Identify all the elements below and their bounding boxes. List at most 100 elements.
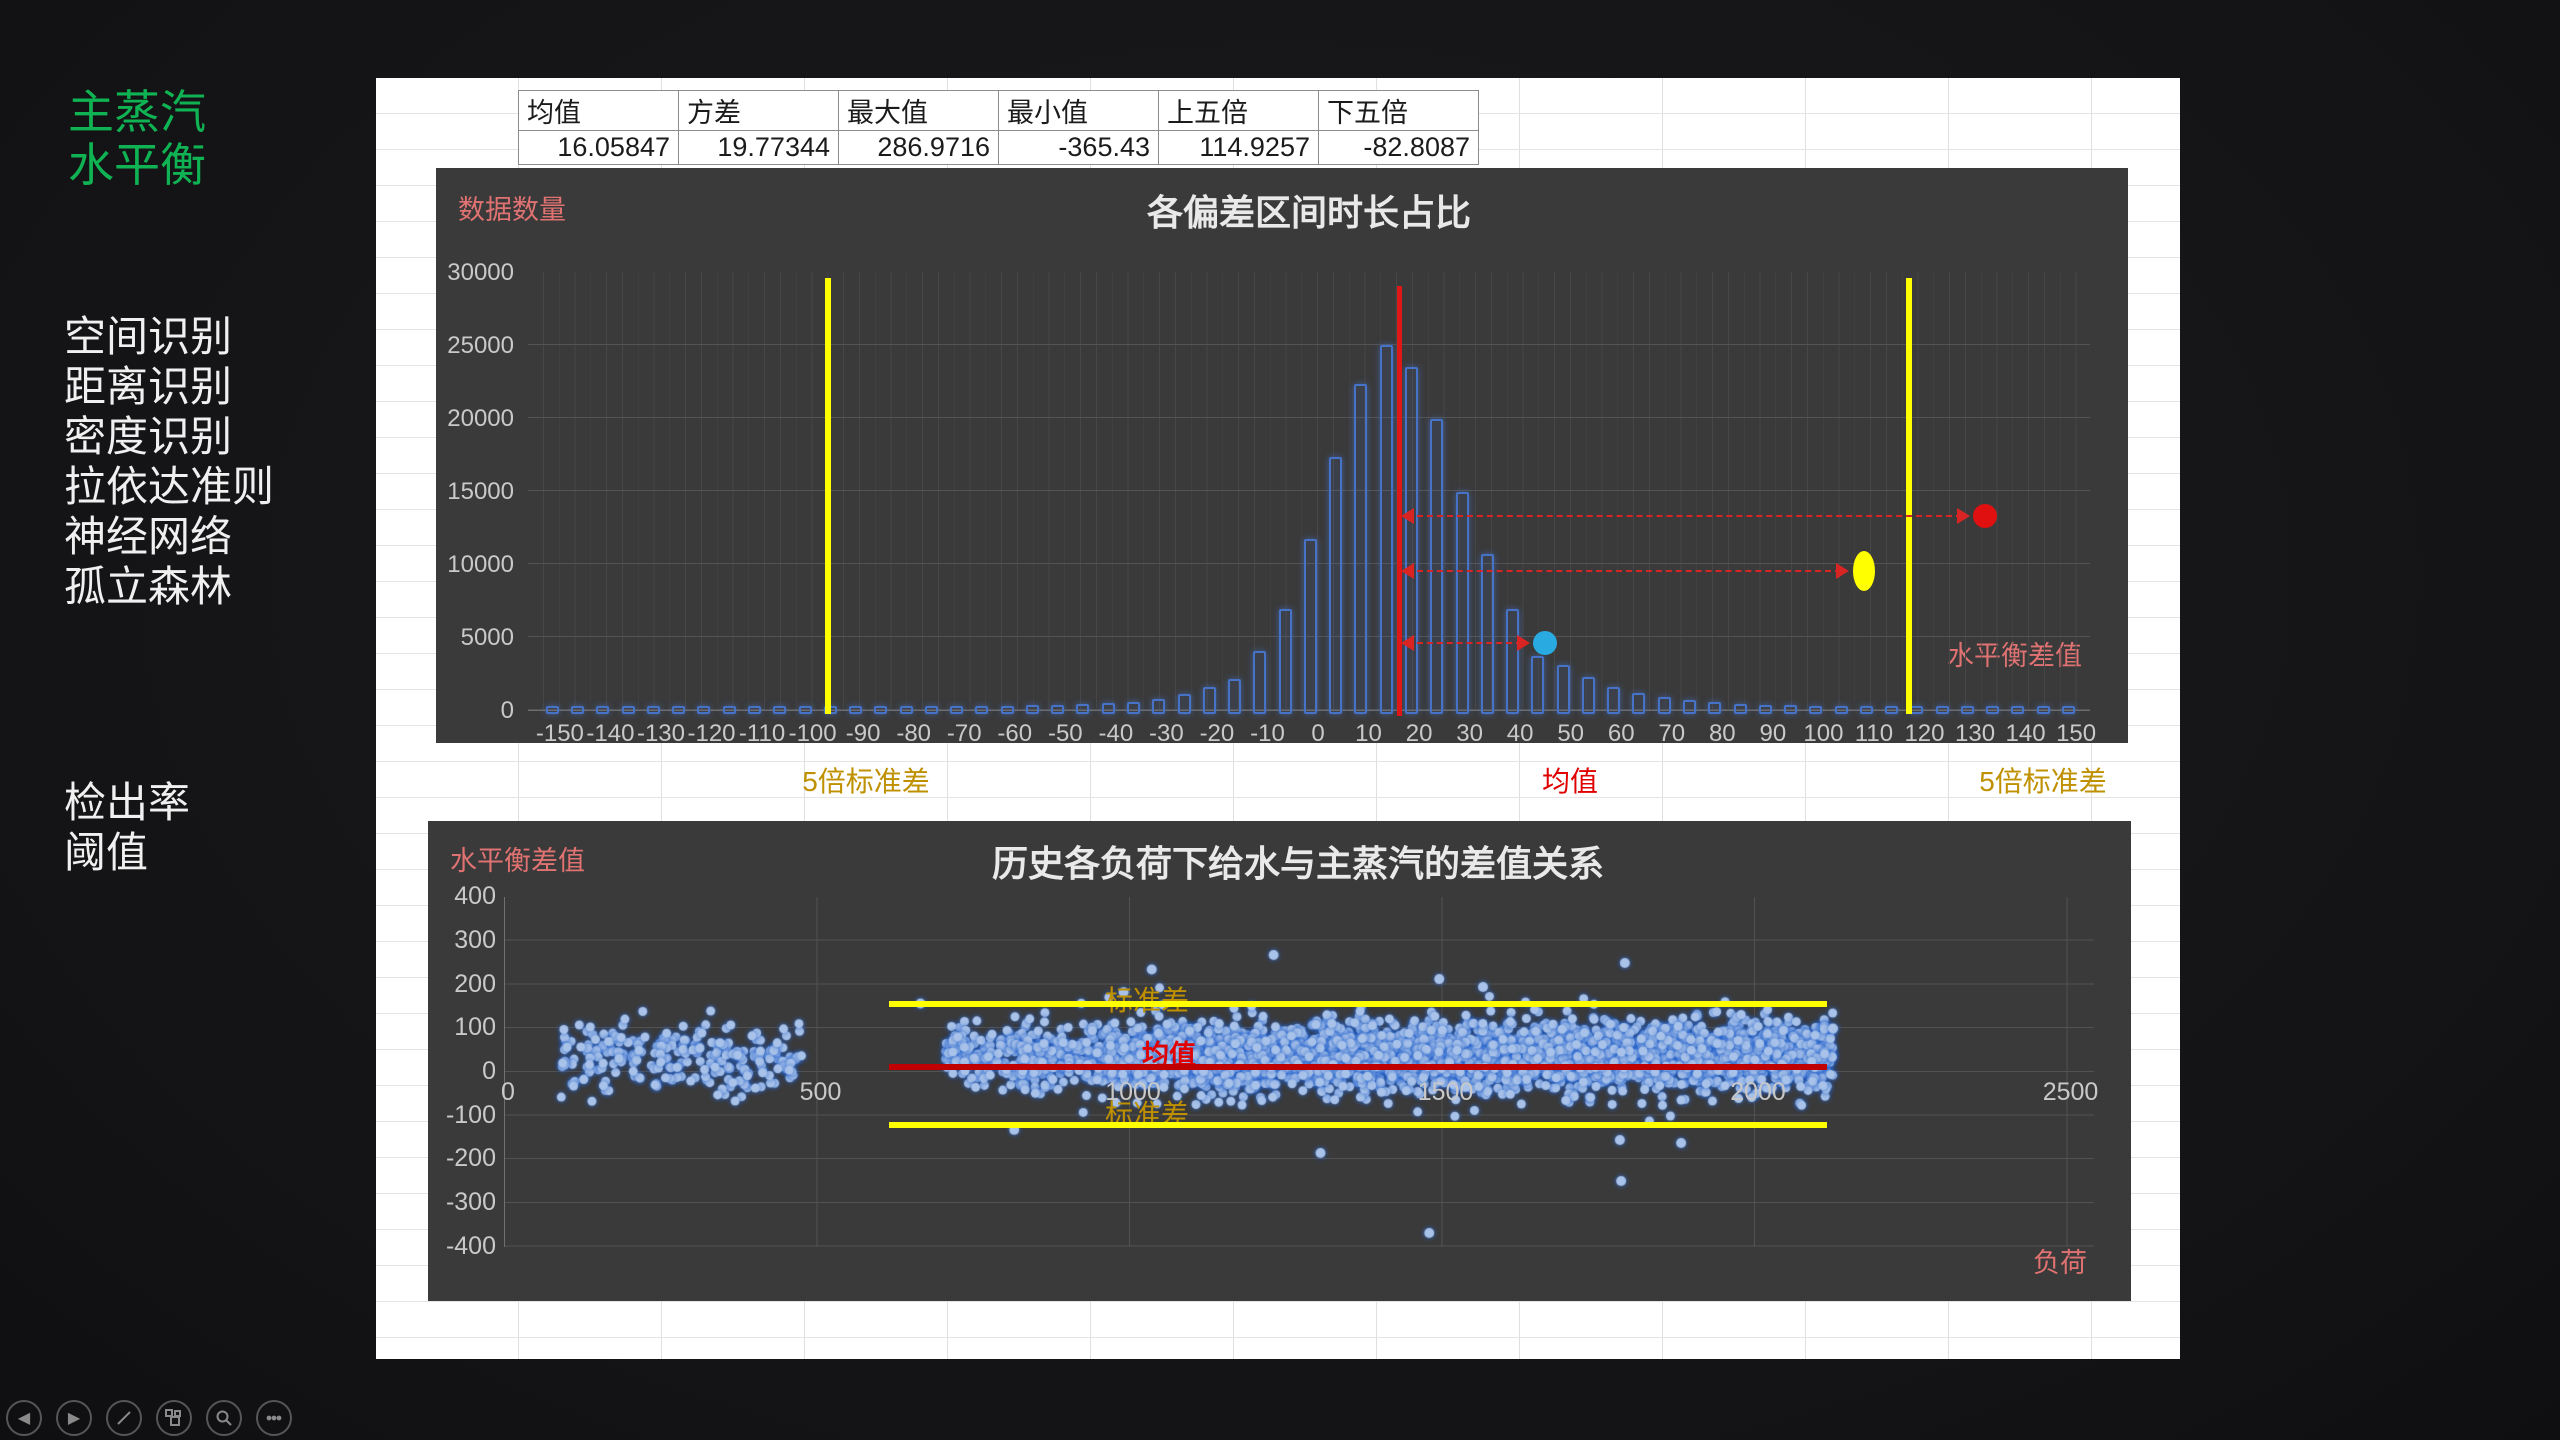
y-tick-label: 25000 <box>444 332 514 360</box>
x-tick-label: -130 <box>637 720 685 748</box>
stats-table: 均值 方差 最大值 最小值 上五倍 下五倍 16.05847 19.77344 … <box>518 90 1479 165</box>
histogram-bar <box>1026 705 1039 714</box>
metric-item: 阈值 <box>64 828 190 878</box>
method-item: 密度识别 <box>64 412 274 462</box>
histogram-bar <box>1430 419 1443 714</box>
pen-icon <box>115 1409 133 1427</box>
x-tick-label: 60 <box>1608 720 1635 748</box>
ellipse-marker <box>1853 551 1875 591</box>
histogram-bar <box>1506 609 1519 714</box>
histogram-bar <box>1304 539 1317 714</box>
zoom-slide-button[interactable] <box>206 1400 242 1436</box>
histogram-bar <box>2062 706 2075 714</box>
previous-slide-button[interactable]: ◀ <box>6 1400 42 1436</box>
stats-header: 最大值 <box>839 91 999 131</box>
x-tick-label: -40 <box>1098 720 1133 748</box>
histogram-bar <box>1354 384 1367 714</box>
stats-header: 方差 <box>679 91 839 131</box>
x-tick-label: 40 <box>1507 720 1534 748</box>
arrowhead-left <box>1401 635 1414 651</box>
y-tick-label: -100 <box>434 1101 496 1130</box>
presentation-slide[interactable]: 主蒸汽 水平衡 空间识别 距离识别 密度识别 拉依达准则 神经网络 孤立森林 检… <box>0 0 2560 1440</box>
arrowhead-left <box>1401 563 1414 579</box>
histogram-bar <box>1001 706 1014 714</box>
histogram-bar <box>1683 700 1696 714</box>
y-tick-label: -300 <box>434 1188 496 1217</box>
x-tick-label: 500 <box>800 1078 842 1107</box>
histogram-bar <box>1860 706 1873 714</box>
histogram-bar <box>672 706 685 714</box>
y-tick-label: 20000 <box>444 405 514 433</box>
y-tick-label: 400 <box>434 882 496 911</box>
stats-value: 19.77344 <box>679 131 839 165</box>
histogram-bar <box>950 706 963 714</box>
histogram-bar <box>622 706 635 714</box>
histogram-bar <box>1405 367 1418 714</box>
stats-value-row: 16.05847 19.77344 286.9716 -365.43 114.9… <box>519 131 1479 165</box>
x-tick-label: 20 <box>1406 720 1433 748</box>
y-tick-label: 30000 <box>444 259 514 287</box>
histogram-bar <box>1632 693 1645 714</box>
histogram-bar <box>2037 706 2050 714</box>
stats-header-row: 均值 方差 最大值 最小值 上五倍 下五倍 <box>519 91 1479 131</box>
histogram-bar <box>1127 702 1140 714</box>
histogram-bar <box>849 706 862 714</box>
x-tick-label: 1000 <box>1105 1078 1161 1107</box>
histogram-bar <box>1228 679 1241 714</box>
pen-tools-button[interactable] <box>106 1400 142 1436</box>
arrowhead-right <box>1517 635 1530 651</box>
sigma-line <box>889 1122 1827 1128</box>
histogram-bar <box>571 706 584 714</box>
distance-arrow <box>1407 642 1522 644</box>
x-tick-label: 130 <box>1955 720 1995 748</box>
histogram-bar <box>1835 706 1848 714</box>
x-tick-label: -30 <box>1149 720 1184 748</box>
histogram-bar <box>1076 704 1089 714</box>
x-tick-label: 10 <box>1355 720 1382 748</box>
upper-sigma-label: 标准差 <box>1105 979 1189 1019</box>
next-slide-button[interactable]: ▶ <box>56 1400 92 1436</box>
y-tick-label: 0 <box>434 1057 496 1086</box>
x-tick-label: -60 <box>997 720 1032 748</box>
x-tick-label: -150 <box>536 720 584 748</box>
histogram-bar <box>1102 703 1115 714</box>
see-all-slides-button[interactable] <box>156 1400 192 1436</box>
mean-annotation: 均值 <box>1542 760 1598 800</box>
scatter-canvas <box>428 821 2131 1301</box>
x-tick-label: -120 <box>687 720 735 748</box>
x-tick-label: 140 <box>2006 720 2046 748</box>
stats-header: 均值 <box>519 91 679 131</box>
x-tick-label: 2500 <box>2043 1078 2099 1107</box>
scatter-ylabel: 水平衡差值 <box>450 839 585 878</box>
left-sigma-annotation: 5倍标准差 <box>802 760 930 800</box>
more-options-button[interactable] <box>256 1400 292 1436</box>
x-tick-label: 90 <box>1760 720 1787 748</box>
x-tick-label: -80 <box>896 720 931 748</box>
x-tick-label: -10 <box>1250 720 1285 748</box>
histogram-bar <box>874 706 887 714</box>
stats-value: 16.05847 <box>519 131 679 165</box>
five-sigma-line <box>1906 278 1912 714</box>
y-tick-label: 100 <box>434 1013 496 1042</box>
method-item: 拉依达准则 <box>64 462 274 512</box>
stats-value: 114.9257 <box>1159 131 1319 165</box>
histogram-bar <box>647 706 660 714</box>
histogram-bar <box>1582 677 1595 714</box>
histogram-bar <box>1961 706 1974 714</box>
histogram-bar <box>1380 345 1393 714</box>
histogram-bar <box>1481 554 1494 714</box>
histogram-bar <box>1152 699 1165 714</box>
method-item: 神经网络 <box>64 512 274 562</box>
slide-title: 主蒸汽 水平衡 <box>68 86 206 192</box>
x-tick-label: 2000 <box>1730 1078 1786 1107</box>
histogram-bar <box>1759 705 1772 714</box>
magnifier-icon <box>215 1409 233 1427</box>
y-tick-label: -400 <box>434 1232 496 1261</box>
x-tick-label: 120 <box>1904 720 1944 748</box>
histogram-bar <box>1279 609 1292 714</box>
x-tick-label: 70 <box>1658 720 1685 748</box>
right-sigma-annotation: 5倍标准差 <box>1979 760 2107 800</box>
x-tick-label: 50 <box>1557 720 1584 748</box>
distance-arrow <box>1407 515 1962 517</box>
histogram-bar <box>1809 706 1822 714</box>
